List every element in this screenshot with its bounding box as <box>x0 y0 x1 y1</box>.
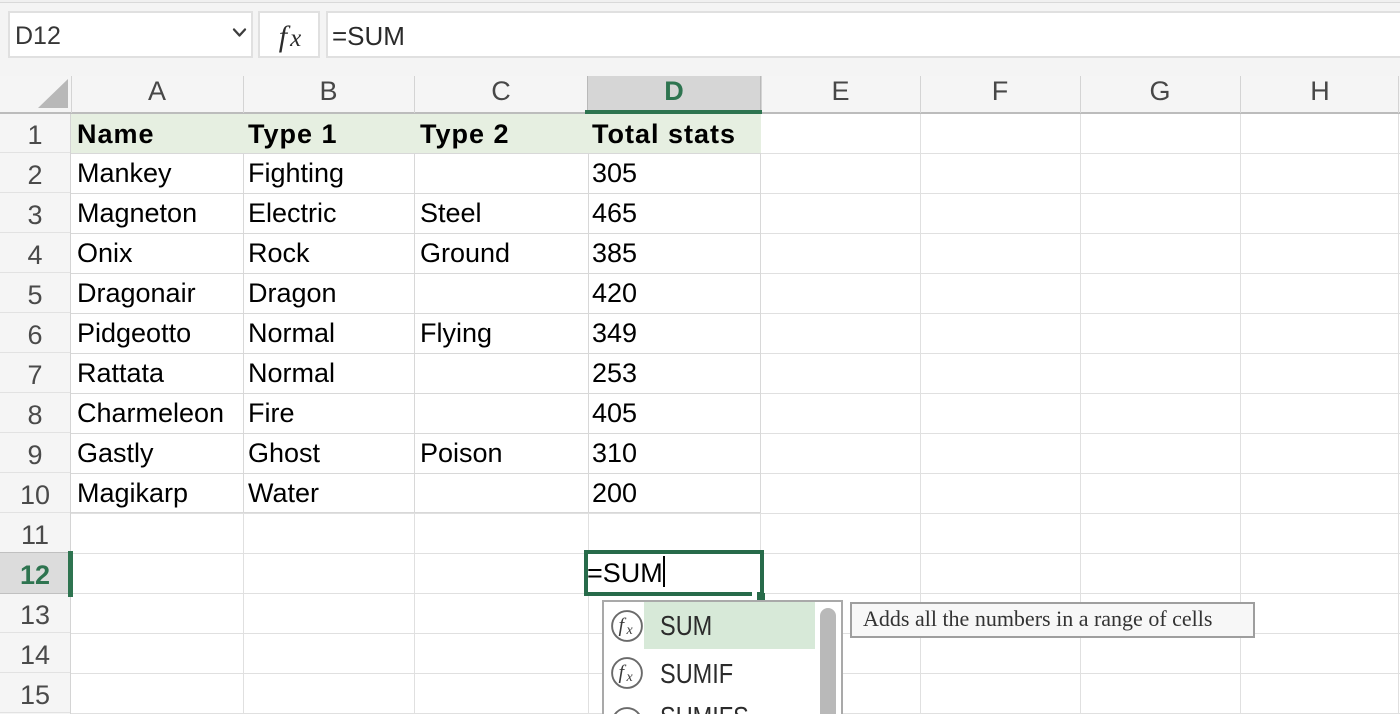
svg-text:x: x <box>626 670 634 685</box>
svg-text:f: f <box>619 615 627 637</box>
svg-text:f: f <box>619 662 627 684</box>
svg-text:x: x <box>626 623 634 638</box>
